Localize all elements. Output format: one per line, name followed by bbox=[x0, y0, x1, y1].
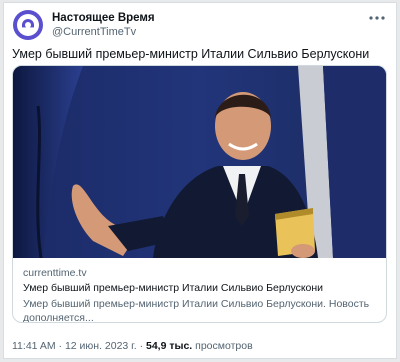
author-handle[interactable]: @CurrentTimeTv bbox=[52, 25, 155, 39]
author-display-name[interactable]: Настоящее Время bbox=[52, 11, 155, 25]
more-options-button[interactable] bbox=[366, 9, 388, 27]
more-dots-icon bbox=[369, 16, 385, 20]
card-image[interactable] bbox=[13, 66, 387, 258]
tweet-date[interactable]: 12 июн. 2023 г. bbox=[65, 340, 137, 352]
tweet-container: Настоящее Время @CurrentTimeTv Умер бывш… bbox=[3, 2, 397, 359]
link-card[interactable]: currenttime.tv Умер бывший премьер-минис… bbox=[12, 65, 387, 323]
views-label: просмотров bbox=[195, 340, 253, 352]
current-time-logo-icon[interactable] bbox=[12, 9, 44, 41]
card-title[interactable]: Умер бывший премьер-министр Италии Сильв… bbox=[23, 281, 376, 295]
card-meta: currenttime.tv Умер бывший премьер-минис… bbox=[23, 266, 376, 323]
card-domain[interactable]: currenttime.tv bbox=[23, 266, 376, 280]
tweet-time[interactable]: 11:41 AM bbox=[12, 340, 56, 352]
tweet-text: Умер бывший премьер-министр Италии Сильв… bbox=[12, 47, 370, 61]
author-names: Настоящее Время @CurrentTimeTv bbox=[52, 11, 155, 39]
views-count: 54,9 тыс. bbox=[146, 340, 193, 352]
tweet-footer: 11:41 AM · 12 июн. 2023 г. · 54,9 тыс. п… bbox=[12, 339, 253, 353]
card-description: Умер бывший премьер-министр Италии Сильв… bbox=[23, 298, 370, 323]
tweet-header: Настоящее Время @CurrentTimeTv bbox=[12, 9, 388, 41]
